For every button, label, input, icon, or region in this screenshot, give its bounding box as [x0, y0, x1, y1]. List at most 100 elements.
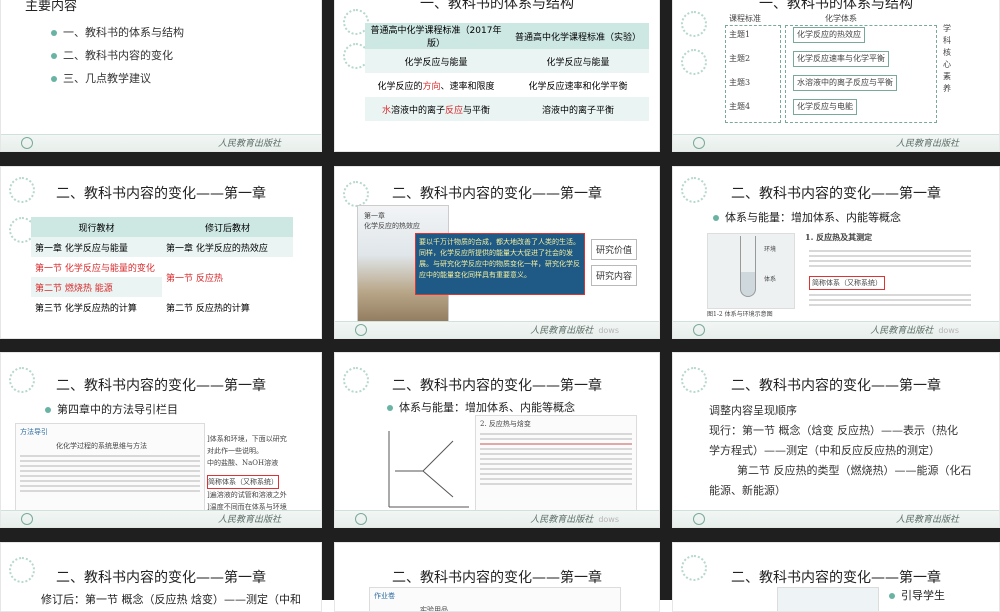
table-cell: 化学反应与能量 [546, 57, 610, 68]
diagram-label: 学科核心素养 [943, 24, 951, 93]
slide-title: 主要内容 [25, 0, 78, 14]
list-item: 二、教科书内容的变化 [51, 46, 184, 65]
text-lines: 简称体系（又称系统） [805, 247, 975, 309]
slide-title: 二、教科书内容的变化——第一章 [56, 378, 266, 394]
bullet-icon [51, 30, 57, 36]
bullet-icon [51, 53, 57, 59]
table-header: 普通高中化学课程标准（实验） [514, 32, 641, 43]
slide-thumbnail-11[interactable]: 二、教科书内容的变化——第一章 作业卷 实验用品 [334, 542, 660, 612]
publisher-logo-icon [21, 513, 33, 525]
diagram-theme: 主题2 [729, 54, 751, 63]
table-cell: 第三节 化学反应热的计算 [35, 303, 137, 314]
chapter-subtitle: 化学反应的热效应 [364, 222, 420, 230]
slide-footer: 人民教育出版社 [673, 510, 999, 527]
publisher-name: 人民教育出版社 dows [530, 326, 619, 336]
diagram-box: 化学反应的热效应 [793, 27, 865, 43]
slide-subtitle: 第四章中的方法导引栏目 [45, 401, 178, 417]
figure-caption: 图1-2 体系与环境示意图 [707, 311, 773, 318]
slide-thumbnail-12[interactable]: 二、教科书内容的变化——第一章 引导学生 [672, 542, 1000, 612]
slide-footer: 人民教育出版社 [673, 134, 999, 151]
test-tube-figure: 环境 体系 [707, 233, 795, 309]
table-header: 普通高中化学课程标准（2017年版） [370, 26, 502, 49]
slide-thumbnail-3[interactable]: 一、教科书的体系与结构 课程标准 化学体系 主题1 主题2 主题3 主题4 化学… [672, 0, 1000, 152]
slide-title: 二、教科书内容的变化——第一章 [56, 570, 266, 586]
publisher-logo-icon [21, 137, 33, 149]
list-item: 三、几点教学建议 [51, 69, 184, 88]
table-header: 修订后教材 [204, 223, 250, 234]
structure-diagram: 课程标准 化学体系 主题1 主题2 主题3 主题4 化学反应的热效应 化学反应速… [725, 13, 975, 123]
slide-footer: 人民教育出版社 [1, 134, 321, 151]
decoration-flower-icon [681, 11, 707, 37]
comparison-table: 现行教材 修订后教材 第一章 化学反应与能量 第一章 化学反应的热效应 第一节 … [31, 217, 293, 317]
slide-title: 二、教科书内容的变化——第一章 [56, 186, 266, 202]
slide-title: 二、教科书内容的变化——第一章 [731, 570, 941, 586]
slide-thumbnail-5[interactable]: 二、教科书内容的变化——第一章 第一章 化学反应的热效应 要以千万计物质的合成，… [334, 166, 660, 339]
slide-thumbnail-9[interactable]: 二、教科书内容的变化——第一章 调整内容呈现顺序 现行：第一节 概念（焓变 反应… [672, 352, 1000, 528]
section-heading: 1. 反应热及其测定 [805, 232, 873, 242]
publisher-name: 人民教育出版社 [895, 515, 959, 525]
publisher-logo-icon [355, 324, 367, 336]
list-item: 一、教科书的体系与结构 [51, 23, 184, 42]
table-cell: 溶液中的离子平衡 [541, 105, 614, 116]
energy-diagram [383, 421, 473, 511]
diagram-label: 化学体系 [825, 14, 857, 23]
table-cell: 水溶液中的离子反应与平衡 [381, 105, 491, 116]
textbook-excerpt: 方法导引 化化学过程的系统思维与方法 [15, 423, 205, 515]
decoration-flower-icon [681, 49, 707, 75]
value-tag: 研究价值 [591, 239, 638, 260]
slide-subtitle: 体系与能量：增加体系、内能等概念 [387, 399, 575, 415]
text-fragment: ]体系和环境，下面以研究 对此作一些说明。 中的盐酸、NaOH溶液 简称体系（又… [207, 435, 287, 511]
slide-title: 一、教科书的体系与结构 [759, 0, 913, 12]
table-cell: 化学反应速率和化学平衡 [528, 81, 628, 92]
table-cell: 第二节 燃烧热 能源 [35, 283, 113, 294]
diagram-theme: 主题3 [729, 78, 751, 87]
publisher-name: 人民教育出版社 dows [530, 515, 619, 525]
table-cell: 第二节 反应热的计算 [166, 303, 250, 314]
separator [0, 339, 1000, 352]
publisher-logo-icon [693, 324, 705, 336]
table-cell: 第一章 化学反应与能量 [35, 243, 128, 254]
table-cell: 第一节 反应热 [166, 273, 223, 284]
content-tag: 研究内容 [591, 265, 638, 286]
bullet-icon [51, 76, 57, 82]
slide-body: 修订后：第一节 概念（反应热 焓变）——测定（中和 [41, 593, 301, 606]
slide-footer: 人民教育出版社 dows [335, 510, 659, 527]
slide-body: 调整内容呈现顺序 现行：第一节 概念（焓变 反应热）——表示（热化 学方程式）—… [709, 404, 972, 497]
table-cell: 化学反应的方向、速率和限度 [377, 81, 495, 92]
slide-thumbnail-6[interactable]: 二、教科书内容的变化——第一章 体系与能量：增加体系、内能等概念 环境 体系 图… [672, 166, 1000, 339]
diagram-label: 课程标准 [729, 14, 761, 23]
separator [0, 152, 1000, 166]
publisher-logo-icon [693, 137, 705, 149]
textbook-excerpt: 2. 反应热与焓变 [475, 415, 637, 517]
slide-title: 二、教科书内容的变化——第一章 [392, 186, 602, 202]
table-header: 现行教材 [78, 223, 115, 234]
slide-thumbnail-10[interactable]: 二、教科书内容的变化——第一章 修订后：第一节 概念（反应热 焓变）——测定（中… [0, 542, 322, 612]
slide-thumbnail-7[interactable]: 二、教科书内容的变化——第一章 第四章中的方法导引栏目 方法导引 化化学过程的系… [0, 352, 322, 528]
bullet-icon [45, 407, 51, 413]
energy-diagram-svg [388, 431, 469, 508]
diagram-box: 化学反应速率与化学平衡 [793, 51, 889, 67]
diagram-box: 水溶液中的离子反应与平衡 [793, 75, 897, 91]
slide-thumbnail-4[interactable]: 二、教科书内容的变化——第一章 现行教材 修订后教材 第一章 化学反应与能量 第… [0, 166, 322, 339]
bullet-icon [889, 593, 895, 599]
highlight-callout: 要以千万计物质的合成，都大地改善了人类的生活。同样，化学反应所提供的能量大大促进… [415, 233, 585, 295]
table-cell: 第一章 化学反应的热效应 [166, 243, 268, 254]
table-cell: 化学反应与能量 [404, 57, 468, 68]
highlighted-phrase: 简称体系（又称系统） [207, 475, 279, 489]
separator [322, 0, 334, 600]
separator [660, 0, 672, 600]
slide-thumbnail-8[interactable]: 二、教科书内容的变化——第一章 体系与能量：增加体系、内能等概念 2. 反应热与… [334, 352, 660, 528]
slide-title: 一、教科书的体系与结构 [420, 0, 574, 12]
slide-thumbnail-2[interactable]: 一、教科书的体系与结构 普通高中化学课程标准（2017年版） 普通高中化学课程标… [334, 0, 660, 152]
slide-thumbnail-1[interactable]: 主要内容 一、教科书的体系与结构 二、教科书内容的变化 三、几点教学建议 人民教… [0, 0, 322, 152]
publisher-name: 人民教育出版社 dows [870, 326, 959, 336]
comparison-table: 普通高中化学课程标准（2017年版） 普通高中化学课程标准（实验） 化学反应与能… [365, 23, 649, 121]
bullet-icon [387, 405, 393, 411]
separator [0, 528, 1000, 542]
slide-footer: 人民教育出版社 dows [673, 321, 999, 338]
slide-footer: 人民教育出版社 dows [335, 321, 659, 338]
slide-title: 二、教科书内容的变化——第一章 [392, 378, 602, 394]
highlighted-phrase: 简称体系（又称系统） [809, 276, 885, 290]
diagram-theme: 主题4 [729, 102, 751, 111]
slide-title: 二、教科书内容的变化——第一章 [731, 378, 941, 394]
